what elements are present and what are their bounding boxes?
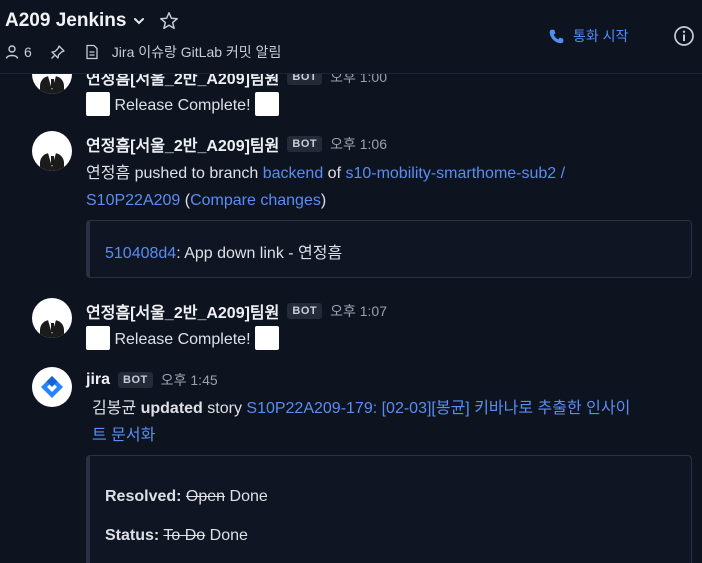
issue-link[interactable]: 트 문서화 [92, 427, 155, 444]
robot-emoji-icon [254, 325, 279, 350]
start-call-label: 통화 시작 [573, 28, 629, 44]
channel-description-text: Jira 이슈랑 GitLab 커밋 알림 [111, 44, 282, 60]
channel-description[interactable]: Jira 이슈랑 GitLab 커밋 알림 [84, 42, 282, 62]
repo-link[interactable]: s10-mobility-smarthome-sub2 / [345, 165, 565, 182]
jira-avatar[interactable] [32, 367, 72, 407]
push-actor: 연정흠 [86, 165, 131, 182]
old-value: Open [185, 488, 226, 505]
status-field: Status: To Do Done [105, 527, 248, 544]
member-icon [5, 45, 19, 59]
author-name[interactable]: jira [86, 371, 110, 389]
message-body: 김봉균 updated story S10P22A209-179: [02-03… [92, 400, 631, 444]
issue-attachment: Resolved: Open Done Status: To Do Done [86, 455, 692, 563]
document-icon [86, 44, 98, 60]
commit-message: : App down link - 연정흠 [176, 245, 343, 262]
channel-meta-row: 6 Jira 이슈랑 GitLab 커밋 알림 [4, 42, 281, 62]
robot-emoji-icon [86, 325, 110, 350]
channel-title[interactable]: A209 Jenkins [5, 10, 126, 32]
commit-attachment: 510408d4: App down link - 연정흠 [86, 220, 692, 278]
message-body: 연정흠 pushed to branch backend of s10-mobi… [86, 165, 566, 209]
pin-icon [50, 45, 65, 59]
message-timestamp[interactable]: 오후 1:06 [330, 134, 387, 154]
message-body: Release Complete! [86, 91, 279, 119]
start-call-button[interactable]: 통화 시작 [548, 24, 628, 48]
message-header: jira BOT 오후 1:45 [86, 369, 218, 391]
member-count: 6 [24, 44, 32, 60]
commit-hash-link[interactable]: 510408d4 [105, 245, 176, 262]
message-text: Release Complete! [114, 331, 251, 348]
info-icon[interactable] [673, 25, 695, 47]
channel-title-row[interactable]: A209 Jenkins [5, 8, 180, 34]
message-header: 연정흠[서울_2반_A209]팀원 BOT 오후 1:07 [86, 300, 387, 322]
bot-badge: BOT [118, 372, 153, 388]
channel-header: A209 Jenkins 6 Jira 이슈랑 GitLab 커밋 알림 통화 … [0, 0, 702, 74]
robot-emoji-icon [254, 91, 279, 116]
issue-link[interactable]: S10P22A209-179: [02-03][봉균] 키바나로 추출한 인사이 [246, 400, 630, 417]
chevron-down-icon[interactable] [132, 14, 146, 28]
avatar[interactable] [32, 131, 72, 171]
new-value: Done [209, 527, 248, 544]
bot-badge: BOT [287, 136, 323, 152]
author-name[interactable]: 연정흠[서울_2반_A209]팀원 [86, 299, 279, 323]
phone-icon [549, 29, 564, 43]
avatar[interactable] [32, 298, 72, 338]
message-timestamp[interactable]: 오후 1:07 [330, 301, 387, 321]
repo-link[interactable]: S10P22A209 [86, 192, 180, 209]
robot-emoji-icon [86, 91, 110, 116]
member-count-button[interactable]: 6 [4, 44, 32, 60]
message-body: Release Complete! [86, 325, 279, 353]
author-name[interactable]: 연정흠[서울_2반_A209]팀원 [86, 132, 279, 156]
message-header: 연정흠[서울_2반_A209]팀원 BOT 오후 1:06 [86, 133, 387, 155]
commit-line: 510408d4: App down link - 연정흠 [105, 239, 342, 263]
resolved-field: Resolved: Open Done [105, 488, 268, 505]
compare-changes-link[interactable]: Compare changes [190, 192, 321, 209]
branch-link[interactable]: backend [263, 165, 324, 182]
star-icon[interactable] [158, 10, 180, 32]
jira-logo-icon [41, 376, 63, 398]
update-actor: 김봉균 [92, 400, 141, 417]
message-text: Release Complete! [114, 97, 251, 114]
message-timestamp[interactable]: 오후 1:45 [161, 370, 218, 390]
pinned-button[interactable] [50, 44, 66, 60]
old-value: To Do [163, 527, 206, 544]
bot-badge: BOT [287, 303, 323, 319]
new-value: Done [229, 488, 268, 505]
